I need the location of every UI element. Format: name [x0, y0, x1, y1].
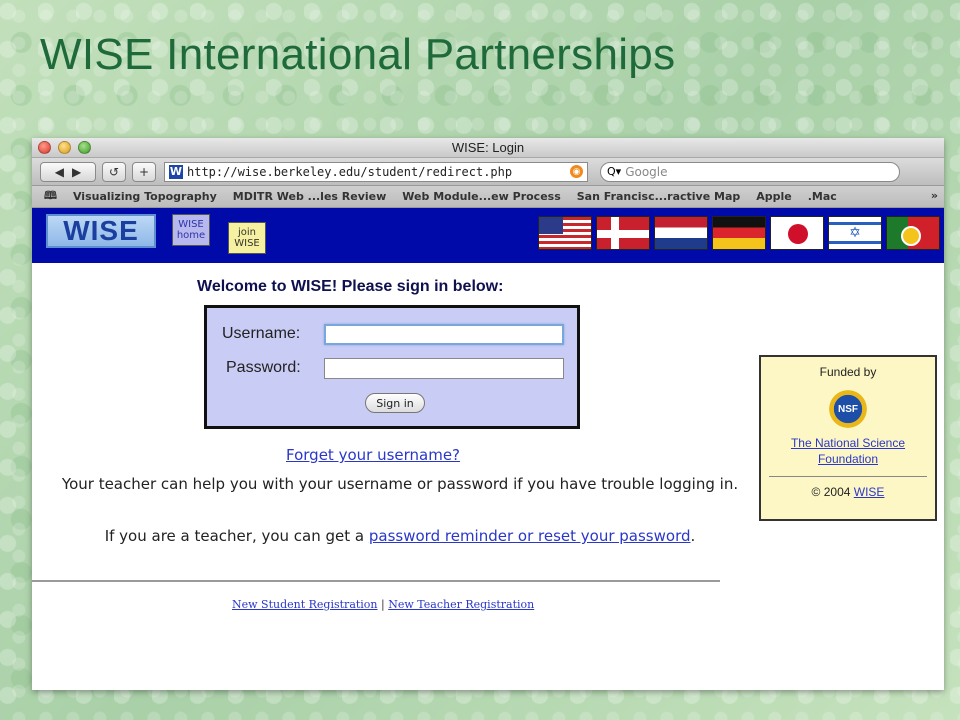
new-teacher-registration-link[interactable]: New Teacher Registration: [388, 598, 534, 611]
back-arrow-icon[interactable]: ◀: [55, 165, 64, 179]
teacher-help-text: If you are a teacher, you can get a pass…: [60, 526, 740, 547]
browser-window: WISE: Login ◀ ▶ ↺ + W http://wise.berkel…: [32, 138, 944, 690]
bookmark-item[interactable]: Visualizing Topography: [73, 190, 217, 203]
teacher-text-prefix: If you are a teacher, you can get a: [104, 527, 369, 545]
rss-icon[interactable]: ◉: [570, 165, 583, 178]
language-flags: ✡: [538, 216, 940, 250]
bookmark-item[interactable]: Apple: [756, 190, 792, 203]
bookmark-item[interactable]: MDITR Web ...les Review: [233, 190, 387, 203]
flag-norway-icon[interactable]: [596, 216, 650, 250]
wise-copyright-link[interactable]: WISE: [854, 485, 885, 499]
wise-logo[interactable]: WISE: [46, 214, 156, 248]
bookmark-item[interactable]: .Mac: [808, 190, 837, 203]
copyright-text: © 2004 WISE: [761, 485, 935, 499]
browser-toolbar: ◀ ▶ ↺ + W http://wise.berkeley.edu/stude…: [32, 158, 944, 186]
slide-title: WISE International Partnerships: [40, 30, 676, 79]
add-bookmark-button[interactable]: +: [132, 161, 156, 182]
wise-home-button[interactable]: WISE home: [172, 214, 210, 246]
sign-in-button[interactable]: Sign in: [365, 393, 425, 413]
password-input[interactable]: [324, 358, 564, 379]
divider: [32, 580, 720, 582]
flag-us-icon[interactable]: [538, 216, 592, 250]
reload-icon: ↺: [108, 164, 120, 179]
more-bookmarks-chevron-icon[interactable]: »: [931, 189, 938, 202]
registration-links: New Student Registration | New Teacher R…: [232, 598, 534, 611]
password-reminder-link[interactable]: password reminder or reset your password: [369, 527, 691, 545]
window-title: WISE: Login: [451, 140, 525, 155]
registration-separator: |: [377, 598, 389, 611]
join-wise-button[interactable]: join WISE: [228, 222, 266, 254]
teacher-text-suffix: .: [690, 527, 696, 545]
nsf-logo[interactable]: NSF: [826, 387, 870, 431]
flag-israel-icon[interactable]: ✡: [828, 216, 882, 250]
new-student-registration-link[interactable]: New Student Registration: [232, 598, 378, 611]
nsf-link[interactable]: The National Science Foundation: [761, 435, 935, 467]
page-content: WISE WISE home join WISE ✡ Welcome to WI…: [32, 208, 944, 670]
copyright-prefix: © 2004: [811, 485, 854, 499]
site-banner: WISE WISE home join WISE ✡: [32, 208, 944, 263]
password-label: Password:: [226, 359, 301, 376]
forget-username-link[interactable]: Forget your username?: [286, 446, 460, 464]
plus-icon: +: [138, 164, 150, 179]
search-field[interactable]: Q▾ Google: [600, 161, 900, 182]
bookmarks-book-icon[interactable]: 🕮: [44, 187, 57, 206]
address-bar[interactable]: W http://wise.berkeley.edu/student/redir…: [164, 161, 588, 182]
funding-box: Funded by NSF The National Science Found…: [759, 355, 937, 521]
window-titlebar: WISE: Login: [32, 138, 944, 158]
bookmarks-bar: 🕮 Visualizing Topography MDITR Web ...le…: [32, 186, 944, 208]
username-input[interactable]: [324, 324, 564, 345]
flag-netherlands-icon[interactable]: [654, 216, 708, 250]
welcome-heading: Welcome to WISE! Please sign in below:: [197, 278, 504, 295]
bookmark-item[interactable]: San Francisc...ractive Map: [577, 190, 741, 203]
bookmark-item[interactable]: Web Module...ew Process: [402, 190, 560, 203]
flag-germany-icon[interactable]: [712, 216, 766, 250]
funded-by-label: Funded by: [819, 365, 877, 379]
login-form: Username: Password: Sign in: [204, 305, 580, 429]
search-icon[interactable]: Q▾: [607, 165, 621, 178]
flag-japan-icon[interactable]: [770, 216, 824, 250]
site-favicon-icon: W: [169, 164, 183, 179]
address-url[interactable]: http://wise.berkeley.edu/student/redirec…: [187, 165, 566, 179]
reload-button[interactable]: ↺: [102, 161, 126, 182]
username-label: Username:: [222, 325, 301, 342]
back-forward-buttons[interactable]: ◀ ▶: [40, 161, 96, 182]
funding-divider: [769, 476, 927, 477]
search-placeholder: Google: [625, 164, 668, 179]
forward-arrow-icon[interactable]: ▶: [72, 165, 81, 179]
flag-portugal-icon[interactable]: [886, 216, 940, 250]
help-text: Your teacher can help you with your user…: [61, 475, 739, 493]
